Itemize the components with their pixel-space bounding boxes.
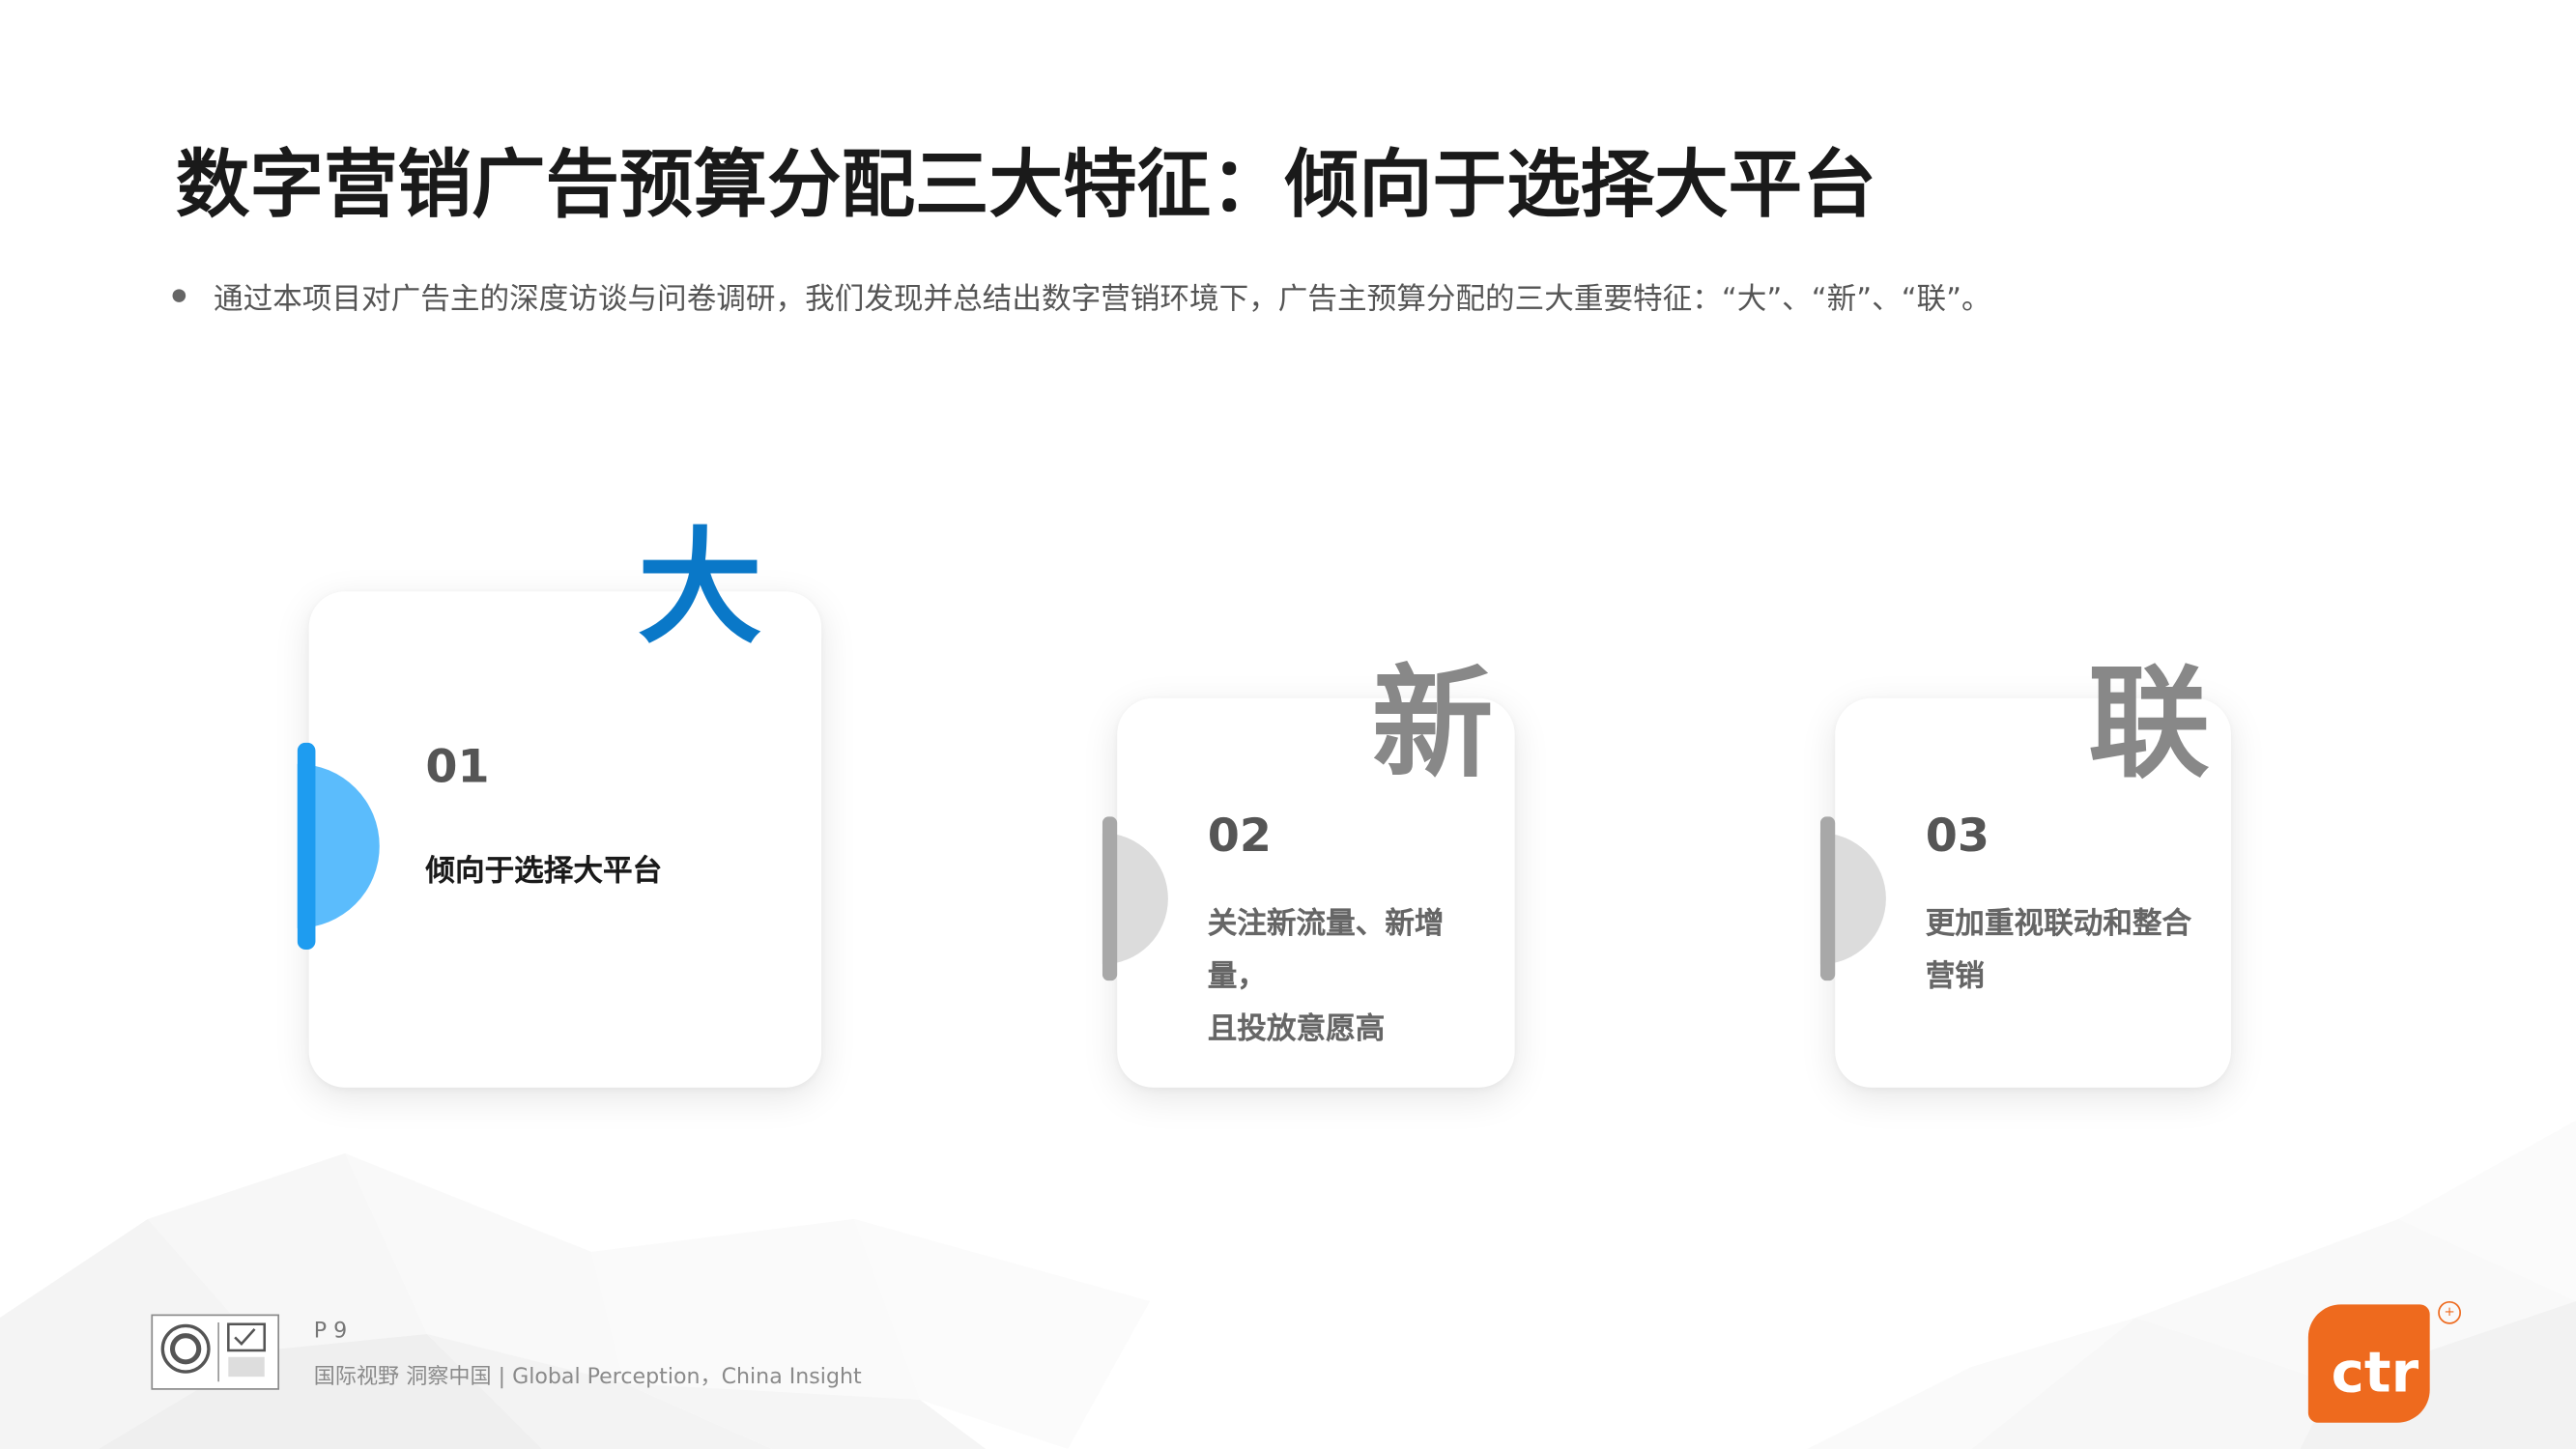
accent-bar bbox=[297, 742, 316, 950]
card-1-headline-char: 大 bbox=[637, 514, 762, 661]
description-line: 量， bbox=[1207, 959, 1267, 994]
card-2-number: 02 bbox=[1207, 808, 1272, 863]
slide: 数字营销广告预算分配三大特征：倾向于选择大平台 通过本项目对广告主的深度访谈与问… bbox=[0, 0, 2576, 1449]
intro-text: 通过本项目对广告主的深度访谈与问卷调研，我们发现并总结出数字营销环境下，广告主预… bbox=[214, 282, 1991, 318]
description-line: 更加重视联动和整合 bbox=[1925, 906, 2192, 942]
card-1-number: 01 bbox=[425, 739, 490, 794]
certification-badge bbox=[151, 1314, 280, 1390]
description-line: 营销 bbox=[1925, 959, 1985, 994]
card-2-headline-char: 新 bbox=[1371, 653, 1494, 796]
card-1-half-circle-icon bbox=[297, 742, 396, 950]
card-3-description: 更加重视联动和整合 营销 bbox=[1926, 898, 2191, 1004]
card-3-number: 03 bbox=[1925, 808, 1989, 863]
description-line: 关注新流量、新增 bbox=[1207, 906, 1445, 942]
card-3-half-circle-icon bbox=[1819, 816, 1903, 981]
description-line: 且投放意愿高 bbox=[1207, 1011, 1386, 1047]
background-pattern bbox=[0, 1120, 2576, 1449]
footer-tagline: 国际视野 洞察中国 | Global Perception，China Insi… bbox=[313, 1365, 862, 1390]
registered-mark-icon: + bbox=[2438, 1300, 2461, 1324]
card-1-description: 倾向于选择大平台 bbox=[425, 846, 662, 898]
card-2-half-circle-icon bbox=[1102, 816, 1185, 981]
ctr-logo: ctr bbox=[2307, 1304, 2430, 1423]
accent-bar bbox=[1102, 816, 1118, 981]
card-2-description: 关注新流量、新增 量， 且投放意愿高 bbox=[1208, 898, 1445, 1056]
card-3-headline-char: 联 bbox=[2088, 653, 2210, 796]
logo-text: ctr bbox=[2331, 1340, 2419, 1406]
sgs-ukas-logo bbox=[160, 1322, 267, 1382]
page-number: P 9 bbox=[313, 1319, 348, 1345]
description-line: 倾向于选择大平台 bbox=[425, 854, 663, 890]
page-title: 数字营销广告预算分配三大特征：倾向于选择大平台 bbox=[175, 141, 1876, 229]
bullet-icon bbox=[172, 289, 186, 302]
accent-bar bbox=[1819, 816, 1836, 981]
